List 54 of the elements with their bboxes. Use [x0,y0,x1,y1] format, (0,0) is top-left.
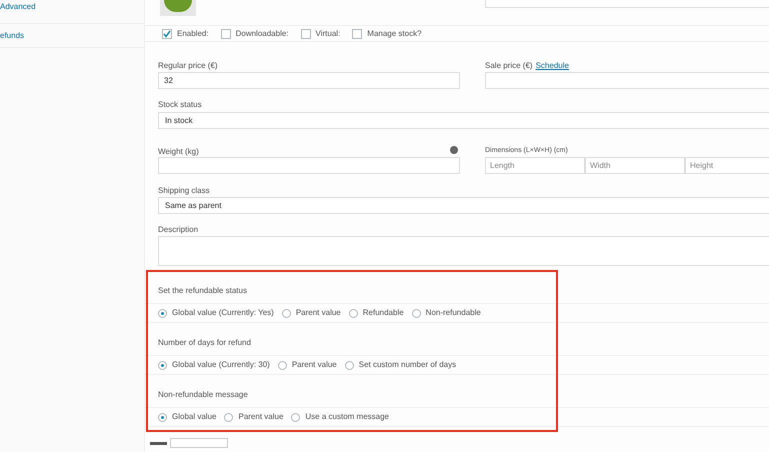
radio-label: Parent value [238,411,284,423]
radio-button[interactable] [282,308,291,318]
checkbox-label: Enabled: [177,28,209,40]
help-icon[interactable] [450,146,458,154]
product-thumbnail [160,0,196,16]
field-label: Stock status [158,99,203,111]
sidebar-link[interactable]: efunds [0,24,144,48]
dimension-field[interactable]: Length [485,157,585,174]
radio-label: Global value (Currently: 30) [172,359,270,371]
radio-button[interactable] [224,412,234,422]
shipping-class-select[interactable]: Same as parent [158,197,769,214]
radio-label: Global value [172,411,216,423]
field-label: Regular price (€) [158,60,219,72]
radio-label: Parent value [292,359,337,371]
weight-field[interactable] [158,157,460,174]
dropdown-field[interactable] [170,438,228,448]
checkbox[interactable] [352,28,362,38]
checkbox[interactable] [220,28,231,38]
radio-button[interactable] [344,360,354,370]
checkbox-label: Virtual: [316,28,340,40]
radio-button[interactable] [278,360,287,370]
radio-label: Set custom number of days [358,359,456,371]
radio-button[interactable] [412,308,421,318]
checkbox[interactable] [162,28,172,38]
schedule-link[interactable]: Schedule [536,60,569,72]
radio-label: Use a custom message [305,411,389,423]
radio-label: Refundable [362,307,404,319]
radio-label: Global value (Currently: Yes) [172,307,274,319]
field-label: Sale price (€) [485,60,533,72]
radio-label: Parent value [296,307,341,319]
stock-status-select[interactable]: In stock [158,112,769,129]
regular-price-field[interactable]: 32 [158,72,460,89]
sidebar-link[interactable]: Advanced [0,0,144,24]
dimension-field[interactable]: Width [585,157,685,174]
field-label: Shipping class [158,185,211,197]
description-field[interactable] [158,236,769,266]
radio-button[interactable] [348,308,358,318]
section-title: Set the refundable status [145,276,769,304]
field-label: Weight (kg) [158,146,199,158]
radio-button[interactable] [158,360,167,370]
checkbox-label: Downloadable: [236,28,289,40]
checkbox-label: Manage stock? [367,28,422,40]
radio-button[interactable] [158,308,167,318]
section-title: Non-refundable message [145,380,769,408]
checkbox[interactable] [300,28,311,38]
radio-label: Non-refundable [426,307,481,319]
radio-button[interactable] [158,412,167,422]
dimension-field[interactable]: Height [685,157,769,174]
field-label: Description [158,224,200,236]
menu-icon[interactable] [150,442,167,444]
radio-button[interactable] [291,412,300,422]
sale-price-field[interactable] [485,72,769,89]
input-field[interactable] [485,0,769,8]
section-title: Number of days for refund [145,328,769,356]
